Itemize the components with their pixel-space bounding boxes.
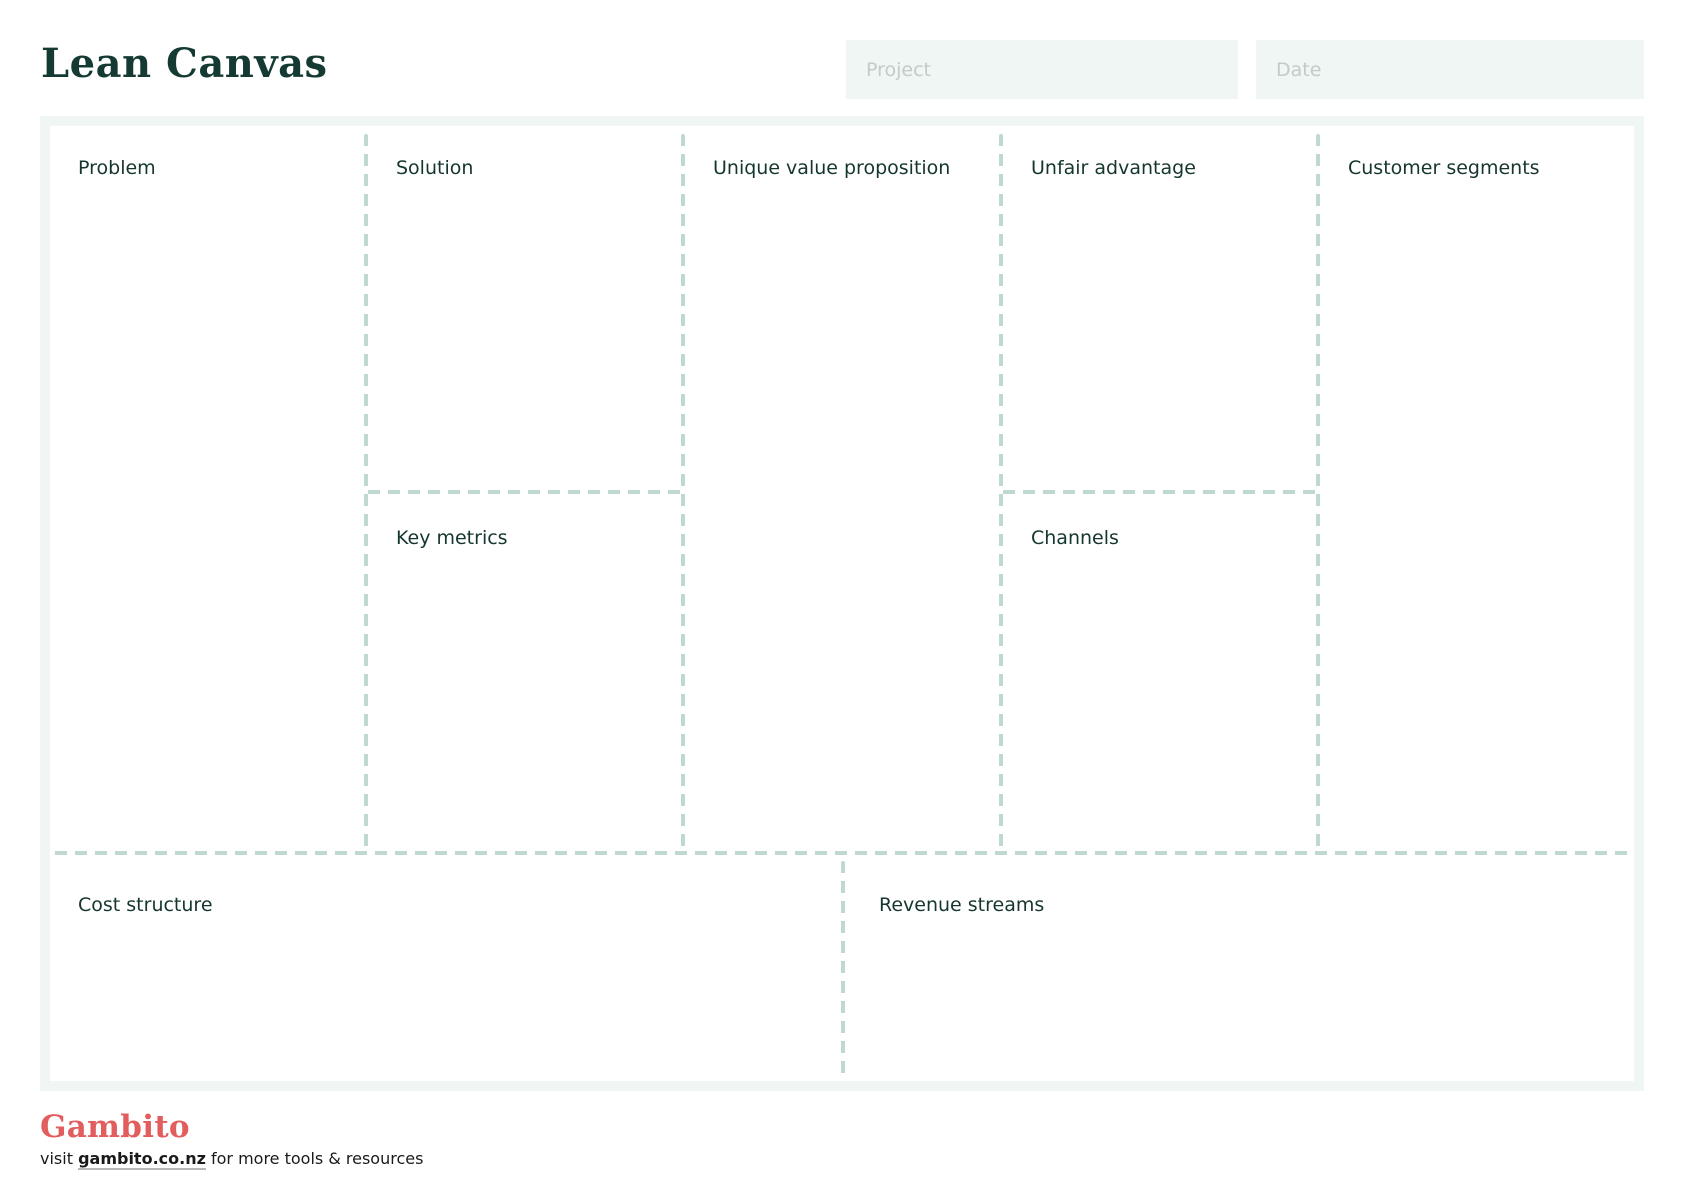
section-unfair-advantage[interactable]: Unfair advantage — [1031, 156, 1196, 180]
date-field[interactable] — [1256, 40, 1644, 99]
section-solution[interactable]: Solution — [396, 156, 473, 180]
section-unique-value-proposition[interactable]: Unique value proposition — [713, 156, 950, 180]
section-cost-structure[interactable]: Cost structure — [78, 893, 213, 917]
divider-solution-uvp — [681, 134, 685, 851]
section-customer-segments[interactable]: Customer segments — [1348, 156, 1540, 180]
footer-suffix: for more tools & resources — [205, 1149, 424, 1168]
section-revenue-streams[interactable]: Revenue streams — [879, 893, 1044, 917]
section-problem[interactable]: Problem — [78, 156, 156, 180]
section-key-metrics[interactable]: Key metrics — [396, 526, 508, 550]
divider-solution-keymetrics — [368, 490, 681, 494]
divider-top-bottom — [55, 851, 1630, 855]
footer-link[interactable]: gambito.co.nz — [78, 1149, 206, 1170]
divider-cost-revenue — [841, 861, 845, 1081]
project-field[interactable] — [846, 40, 1238, 99]
divider-unfair-channels — [1003, 490, 1316, 494]
section-channels[interactable]: Channels — [1031, 526, 1119, 550]
page-title: Lean Canvas — [41, 40, 328, 87]
brand-logo: Gambito — [40, 1109, 190, 1145]
divider-unfair-customer — [1316, 134, 1320, 851]
footer-text: visit gambito.co.nz for more tools & res… — [40, 1148, 423, 1170]
footer-prefix: visit — [40, 1149, 79, 1168]
